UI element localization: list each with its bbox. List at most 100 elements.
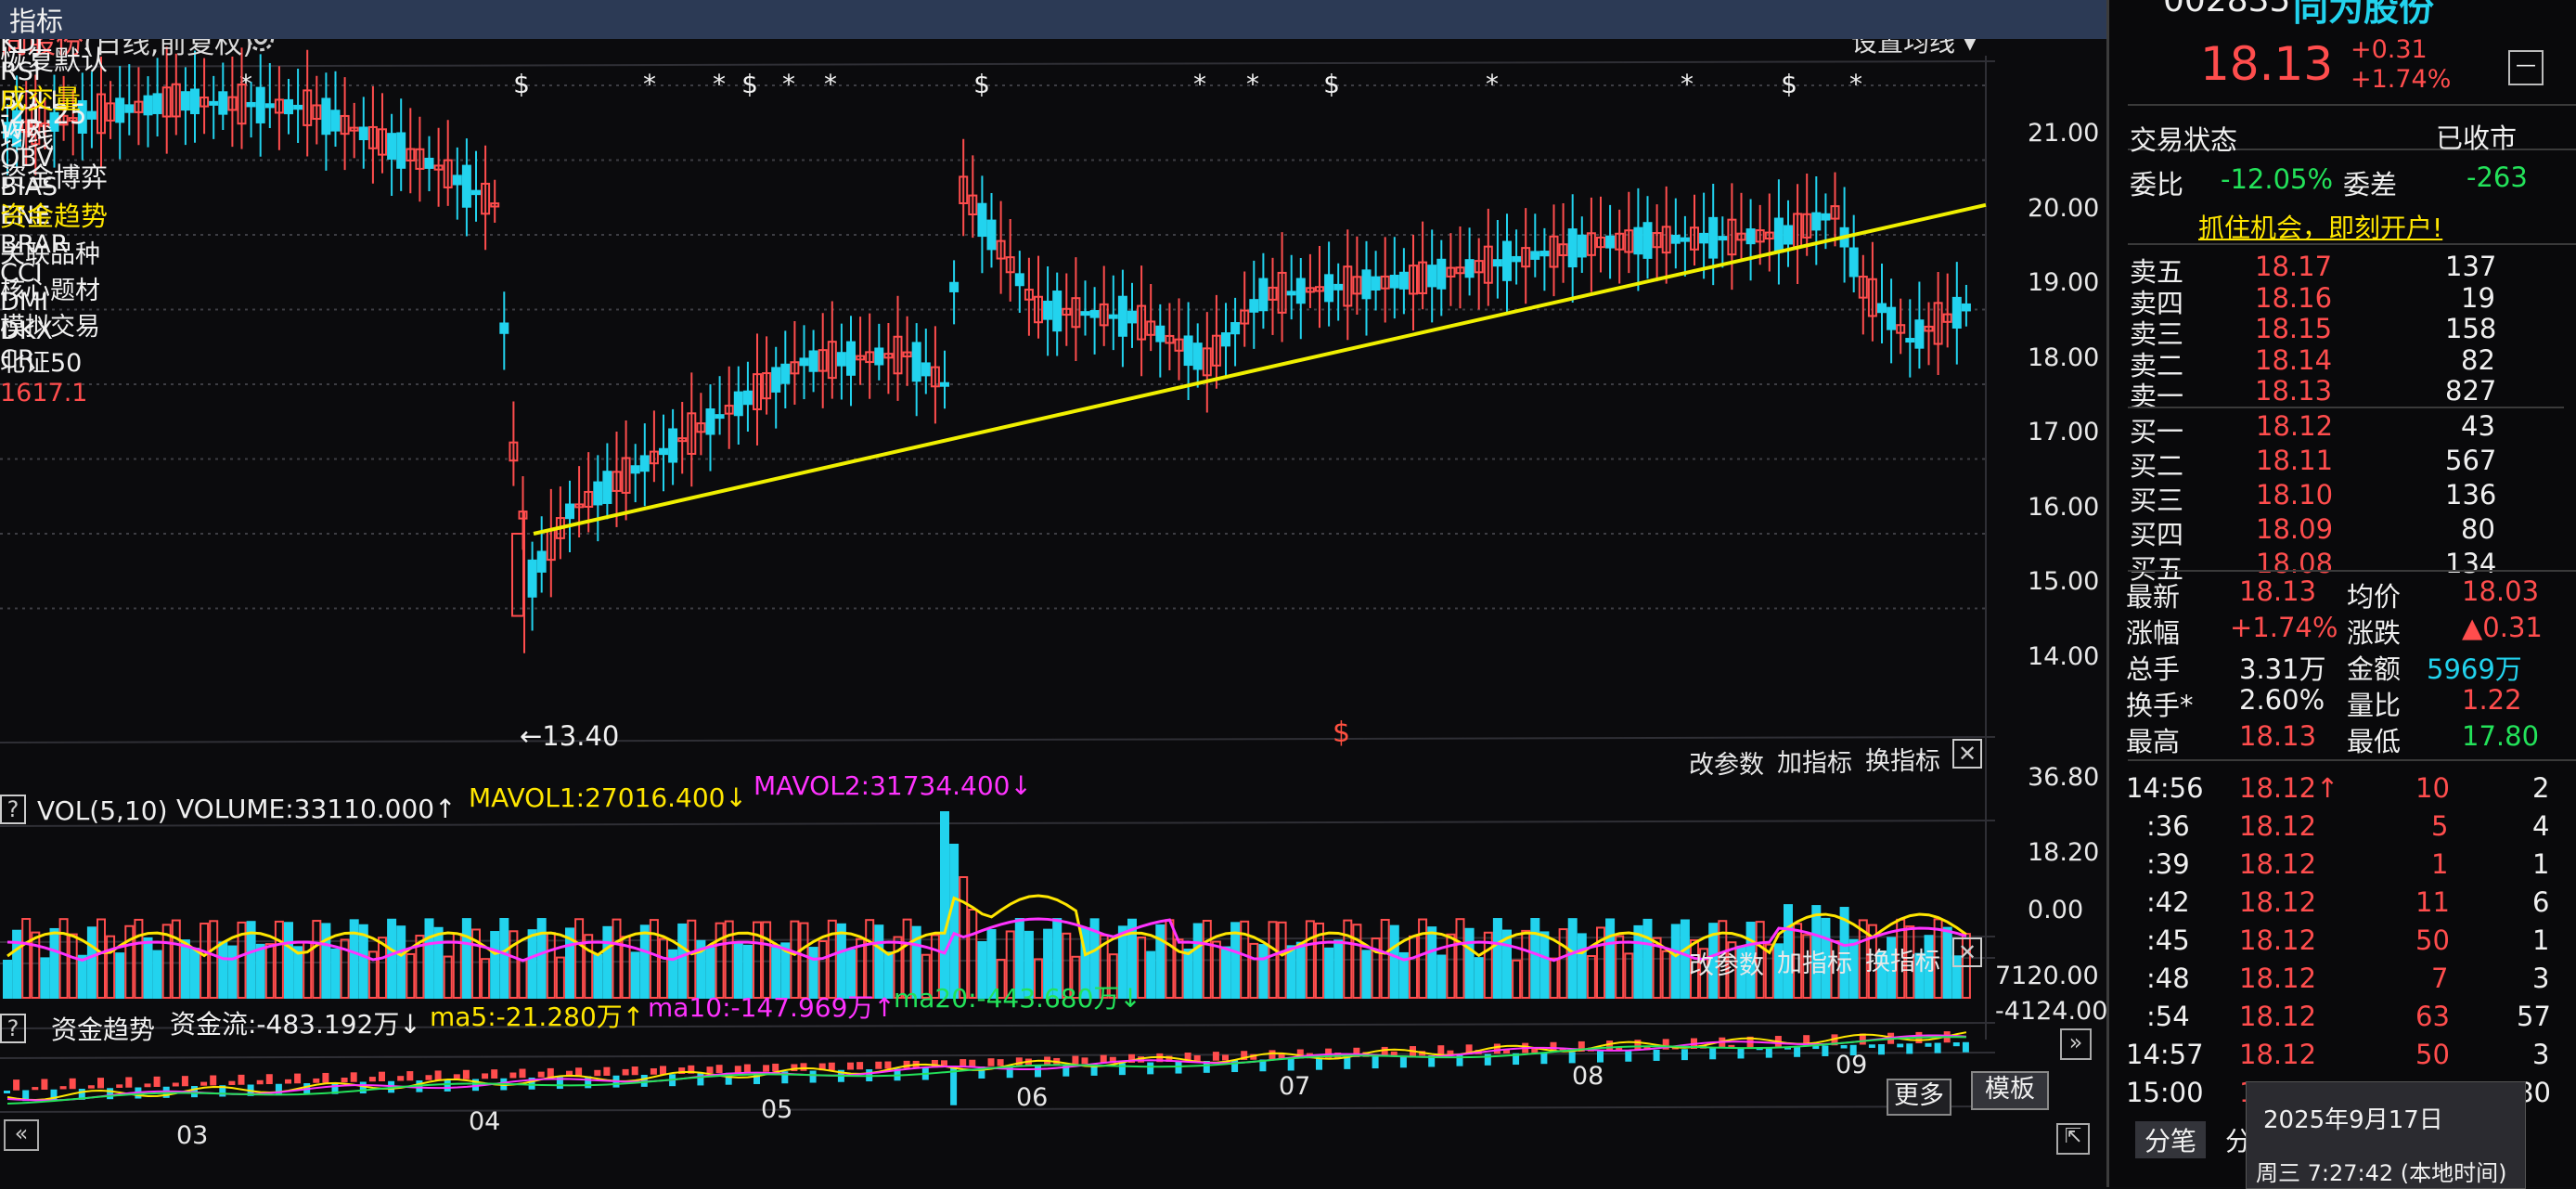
ask-volume: 19 [2461, 281, 2495, 314]
fund-flow-bar [828, 1062, 835, 1070]
fund-axis-label: 7120.00 [1995, 962, 2099, 990]
tick-time: :48 [2146, 963, 2190, 994]
volume-bar [949, 844, 960, 999]
bid-label: 买四 [2130, 519, 2184, 550]
price-axis-label: 15.00 [2028, 567, 2100, 596]
bid-price[interactable]: 18.10 [2256, 479, 2333, 510]
volume-bar [86, 926, 97, 1000]
stat-value: +1.74% [2230, 612, 2338, 643]
tick-time: 14:57 [2126, 1039, 2204, 1070]
candle-body [668, 428, 678, 463]
volume-bar [255, 943, 265, 1000]
template-button[interactable]: 模板 [1971, 1071, 2049, 1110]
volume-bar [321, 923, 331, 1000]
event-dollar-marker[interactable]: $ [1333, 717, 1350, 749]
popup-time: 周三 7:27:42 (本地时间) [2256, 1160, 2507, 1186]
volume-bar [1192, 923, 1203, 999]
bottom-tab-0[interactable]: 指标 [0, 0, 2106, 39]
bottom-link-2[interactable]: 模拟交易 [0, 306, 2106, 342]
volume-bar [724, 920, 734, 999]
volume-bar [762, 921, 772, 1000]
change-params-button-2[interactable]: 改参数 [1689, 945, 1764, 981]
bid-label: 买三 [2130, 485, 2184, 516]
fund-flow-bar [706, 1066, 714, 1074]
fund-flow-bar [1081, 1057, 1088, 1065]
month-label: 07 [1279, 1072, 1311, 1101]
scroll-right-icon[interactable]: » [2060, 1028, 2092, 1060]
ask-price[interactable]: 18.15 [2255, 313, 2332, 344]
bottom-link-1[interactable]: 核心题材 [0, 270, 2106, 306]
fund-flow-bar [1925, 1042, 1932, 1047]
volume-bar [827, 919, 837, 1000]
tick-price: 18.12 [2239, 924, 2317, 956]
fund-flow-bar [1625, 1050, 1632, 1062]
stat-value: 18.13 [2239, 575, 2317, 607]
fund-flow-bar [341, 1077, 348, 1082]
bottom-tab-5[interactable]: 资金趋势 [0, 195, 2106, 234]
bottom-tab-3[interactable]: 均线 [0, 117, 2106, 156]
bottom-tab-1[interactable]: 恢复默认 [0, 39, 2106, 78]
fund-flow-bar [69, 1078, 76, 1090]
add-indicator-button-2[interactable]: 加指标 [1777, 943, 1852, 979]
candle-body [659, 447, 668, 456]
panel-divider [2128, 570, 2576, 572]
ask-price[interactable]: 18.17 [2255, 251, 2332, 282]
fund-flow-bar [238, 1074, 245, 1085]
add-indicator-button[interactable]: 加指标 [1777, 743, 1852, 779]
volume-bar [97, 918, 106, 999]
price-axis-label: 17.00 [2028, 418, 2100, 446]
volume-bar [12, 929, 22, 1000]
volume-bar [1324, 947, 1334, 999]
bid-price[interactable]: 18.11 [2256, 445, 2333, 476]
fund-flow-bar [509, 1072, 517, 1079]
fund-help-icon[interactable]: ? [0, 1014, 26, 1043]
open-account-banner[interactable]: 抓住机会，即刻开户! [2198, 208, 2442, 245]
bid-price[interactable]: 18.09 [2256, 513, 2333, 545]
vol-help-icon[interactable]: ? [0, 795, 26, 824]
more-indicators-button[interactable]: 更多 [1887, 1079, 1951, 1116]
close-panel-icon-2[interactable]: ✕ [1952, 937, 1982, 967]
weicha-value: -263 [2467, 162, 2528, 193]
fund-flow-bar [697, 1073, 704, 1086]
volume-bar [1455, 918, 1465, 1000]
bid-price[interactable]: 18.12 [2256, 410, 2333, 442]
bid-price[interactable]: 18.08 [2256, 548, 2333, 579]
switch-indicator-button-2[interactable]: 换指标 [1865, 941, 1940, 977]
volume-bar [940, 811, 949, 999]
tab-fenbi[interactable]: 分笔 [2135, 1121, 2207, 1158]
volume-bar [536, 918, 547, 999]
volume-bar [1258, 944, 1269, 999]
scroll-left-icon[interactable]: « [4, 1119, 39, 1151]
volume-bar [1211, 940, 1221, 1000]
expand-icon[interactable]: ⇱ [2056, 1123, 2090, 1155]
mavol2-value: MAVOL2:31734.400↓ [753, 770, 1032, 801]
fund-flow-bar [622, 1068, 629, 1076]
change-params-button[interactable]: 改参数 [1689, 744, 1764, 781]
bottom-link-0[interactable]: 关联品种 [0, 234, 2106, 270]
bottom-tab-2[interactable]: 成交量 [0, 78, 2106, 117]
panel-separator [0, 1052, 1996, 1059]
volume-bar [387, 918, 397, 999]
fund-flow-bar [772, 1063, 779, 1072]
close-panel-icon[interactable]: ✕ [1952, 739, 1982, 769]
bottom-tab-4[interactable]: 资金博弈 [0, 156, 2106, 195]
fund-flow-bar [200, 1081, 208, 1086]
volume-bar [209, 920, 219, 1000]
volume-bar [58, 918, 69, 1000]
fund-flow-bar [13, 1079, 20, 1091]
minimize-panel-icon[interactable]: — [2508, 50, 2544, 85]
fund-flow-bar [444, 1079, 451, 1092]
ask-price[interactable]: 18.16 [2255, 282, 2332, 314]
volume-bar [584, 934, 594, 1000]
switch-indicator-button[interactable]: 换指标 [1865, 741, 1940, 777]
ask-price[interactable]: 18.14 [2255, 344, 2332, 376]
indicator-tab-cr[interactable]: CR [0, 345, 2106, 374]
volume-bar [630, 951, 640, 1000]
fund-flow-bar [434, 1070, 442, 1080]
fund-flow-bar [97, 1078, 104, 1089]
volume-bar [312, 920, 322, 1000]
fund-flow-bar [1372, 1056, 1379, 1069]
ask-price[interactable]: 18.13 [2255, 375, 2332, 407]
stat-label: 涨跌 [2347, 617, 2402, 649]
panel-divider [2128, 759, 2576, 761]
